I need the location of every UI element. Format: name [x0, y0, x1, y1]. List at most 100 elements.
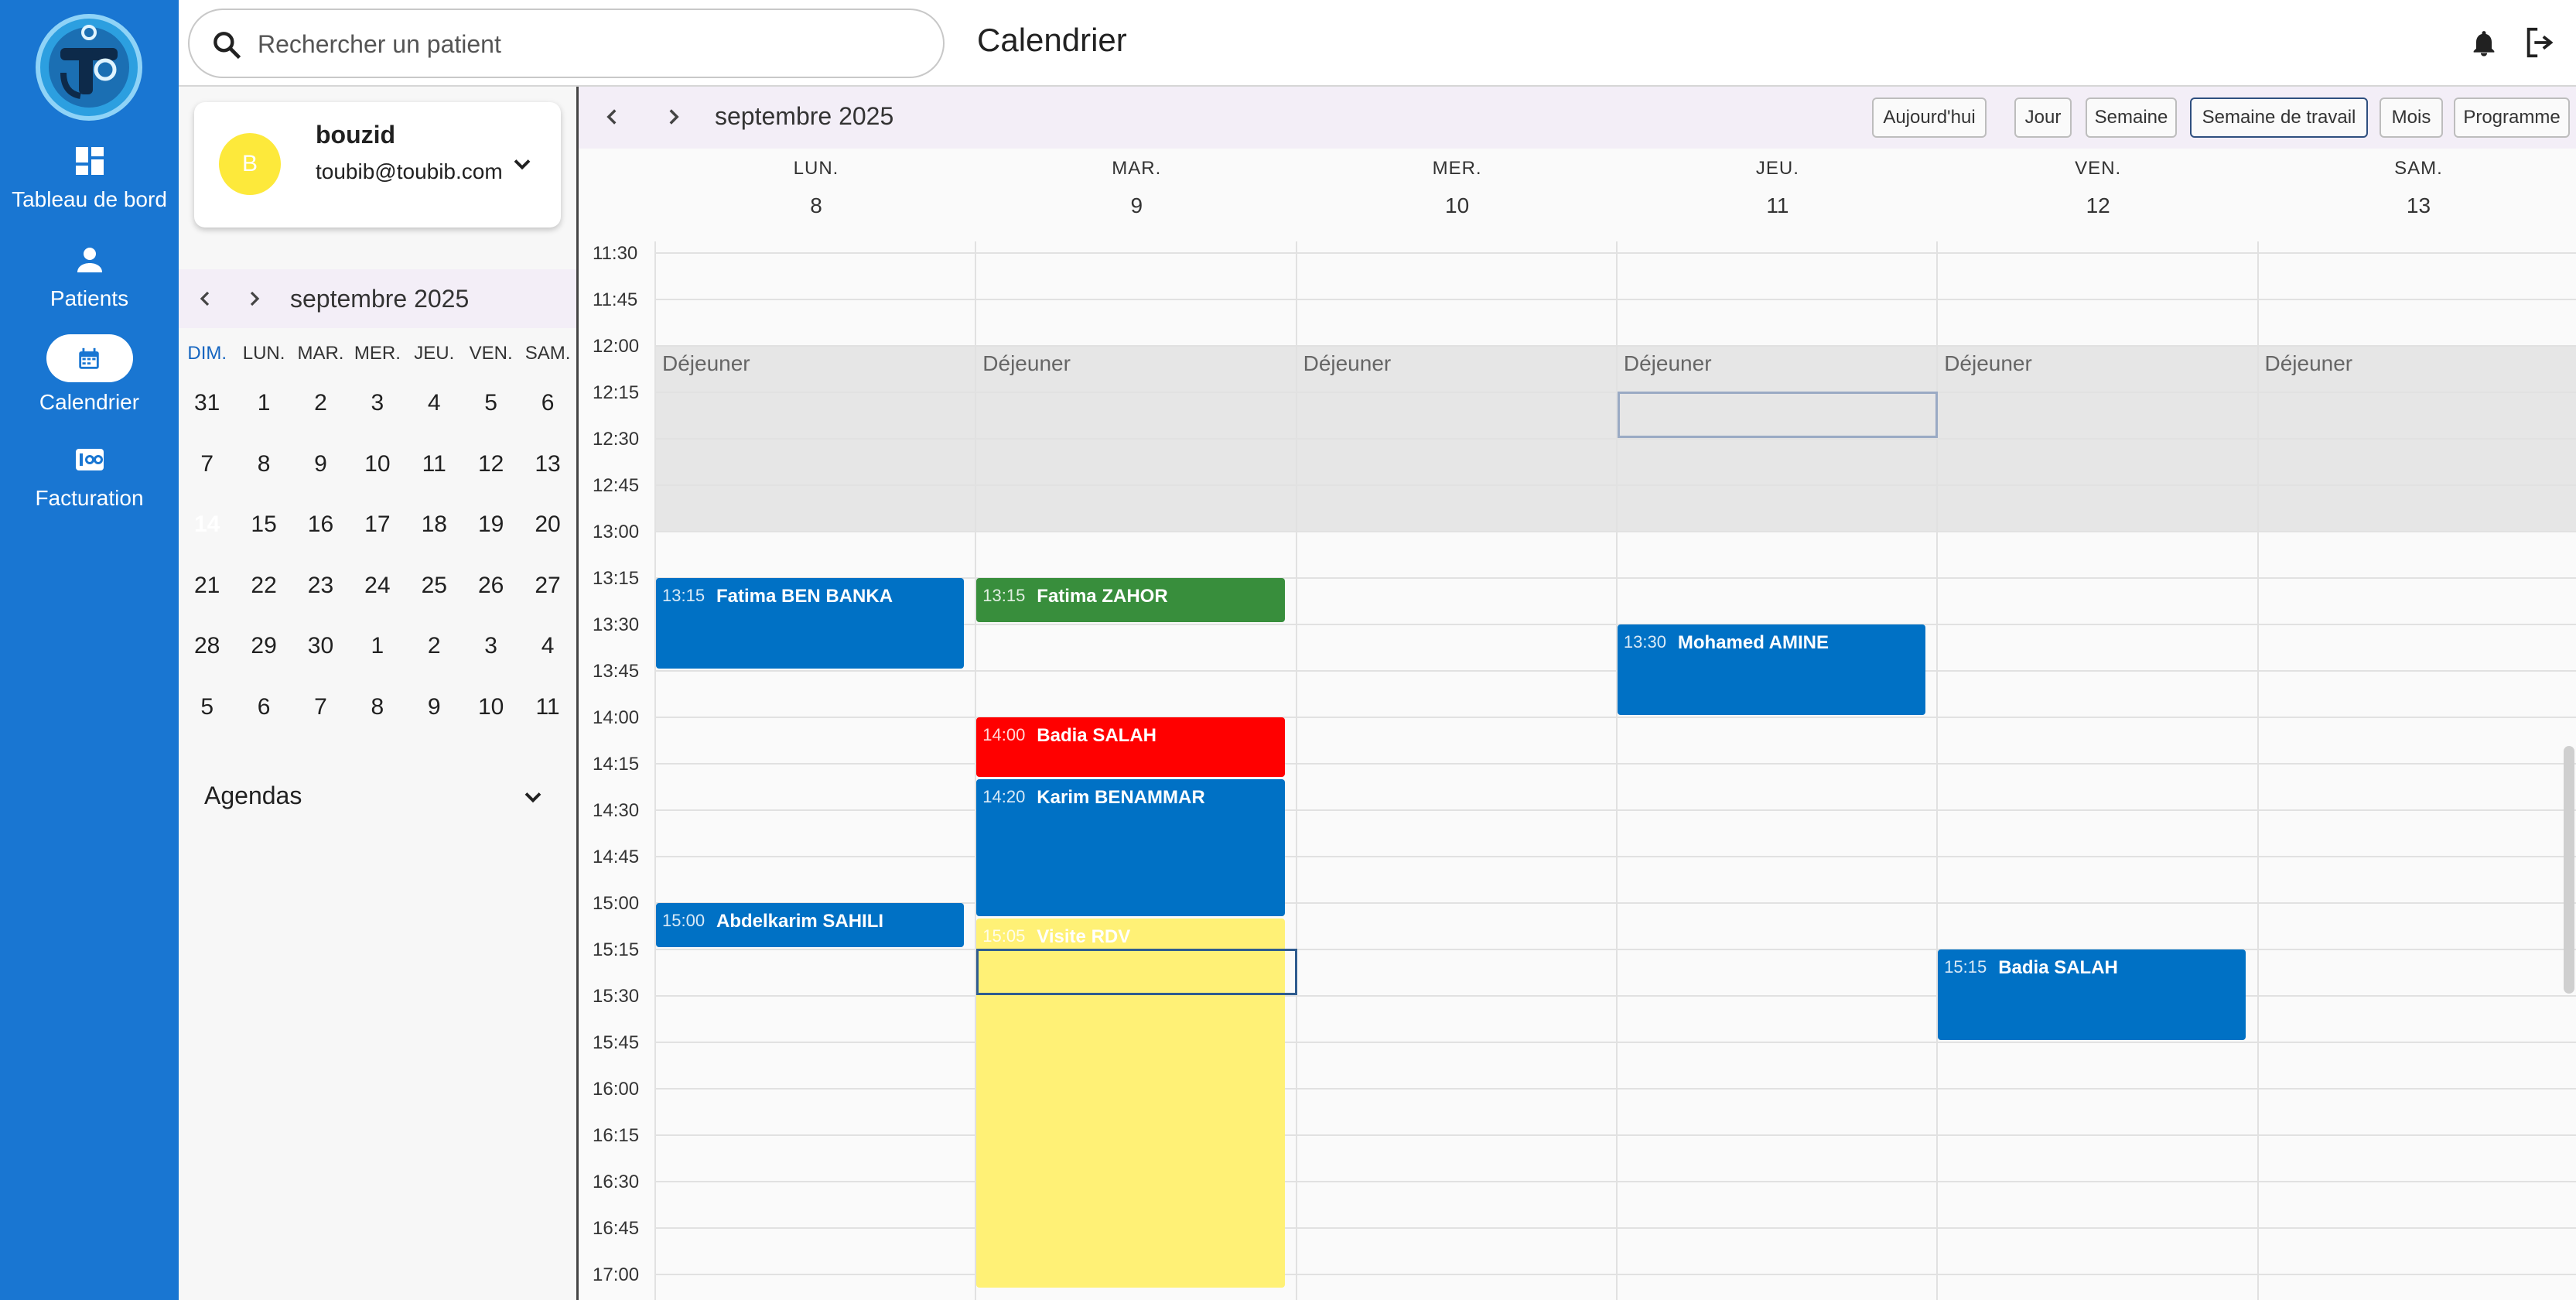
day-header: SAM. 13	[2259, 158, 2576, 218]
mini-calendar-day[interactable]: 16	[292, 511, 349, 538]
mini-calendar-day[interactable]: 27	[519, 573, 576, 599]
mini-calendar-day[interactable]: 11	[406, 451, 463, 477]
mini-calendar-day[interactable]: 26	[463, 573, 519, 599]
search-input[interactable]	[258, 24, 923, 64]
mini-calendar-week: 14 15 16 17 18 19 20	[179, 494, 576, 556]
mini-calendar-day[interactable]: 7	[292, 694, 349, 720]
nav-label: Calendrier	[39, 390, 140, 414]
appointment[interactable]: 13:30 Mohamed AMINE	[1617, 624, 1926, 715]
mini-calendar-day[interactable]: 17	[349, 511, 405, 538]
chevron-left-icon[interactable]	[193, 286, 217, 311]
patient-search[interactable]	[188, 9, 945, 78]
appointment[interactable]: 15:15 Badia SALAH	[1938, 949, 2246, 1040]
mini-calendar-day[interactable]: 9	[406, 694, 463, 720]
lunch-label: Déjeuner	[982, 351, 1071, 375]
mini-calendar-day[interactable]: 2	[292, 390, 349, 416]
mini-calendar-day[interactable]: 5	[179, 694, 235, 720]
time-label: 14:45	[593, 847, 640, 867]
nav-item-dashboard[interactable]: Tableau de bord	[0, 142, 179, 212]
mini-calendar-week: 28 29 30 1 2 3 4	[179, 616, 576, 677]
mini-calendar-day[interactable]: 30	[292, 633, 349, 659]
chevron-down-icon[interactable]	[508, 150, 536, 178]
mini-calendar-day[interactable]: 31	[179, 390, 235, 416]
mini-calendar-day[interactable]: 1	[235, 390, 292, 416]
agendas-label[interactable]: Agendas	[204, 782, 302, 810]
mini-calendar-day[interactable]: 24	[349, 573, 405, 599]
mini-calendar-day[interactable]: 22	[235, 573, 292, 599]
chevron-down-icon[interactable]	[519, 783, 547, 811]
time-label: 11:45	[593, 289, 638, 310]
day-header-weekday: MER.	[1432, 158, 1482, 179]
day-header-date[interactable]: 11	[1618, 193, 1938, 218]
month-view-button[interactable]: Mois	[2380, 98, 2443, 138]
nav-item-billing[interactable]: Facturation	[0, 441, 179, 511]
nav-item-calendar[interactable]: Calendrier	[0, 334, 179, 415]
mini-calendar-day[interactable]: 6	[519, 390, 576, 416]
chevron-left-icon[interactable]	[599, 104, 625, 130]
mini-calendar-day[interactable]: 25	[406, 573, 463, 599]
time-label: 17:00	[593, 1264, 640, 1285]
vertical-scrollbar[interactable]	[2564, 746, 2574, 994]
mini-calendar-day[interactable]: 4	[406, 390, 463, 416]
chevron-right-icon[interactable]	[661, 104, 687, 130]
bell-icon[interactable]	[2468, 26, 2499, 60]
day-view-button[interactable]: Jour	[2014, 98, 2072, 138]
mini-calendar-day[interactable]: 23	[292, 573, 349, 599]
appointment[interactable]: 13:15 Fatima ZAHOR	[976, 578, 1285, 622]
appointment[interactable]: 15:00 Abdelkarim SAHILI	[656, 903, 965, 947]
mini-calendar-day[interactable]: 11	[519, 694, 576, 720]
mini-calendar-day[interactable]: 21	[179, 573, 235, 599]
weekday-label: MER.	[354, 343, 401, 364]
workweek-view-button[interactable]: Semaine de travail	[2190, 98, 2368, 138]
mini-calendar-day[interactable]: 20	[519, 511, 576, 538]
appointment[interactable]: 14:20 Karim BENAMMAR	[976, 779, 1285, 916]
appointment[interactable]: 13:15 Fatima BEN BANKA	[656, 578, 965, 669]
appointment-patient: Mohamed AMINE	[1677, 632, 1830, 653]
mini-calendar-day[interactable]: 10	[463, 694, 519, 720]
mini-calendar-day[interactable]: 12	[463, 451, 519, 477]
time-grid[interactable]: 11:30 11:45 12:00 12:15 12:30 12:45 13:00 13:15…	[579, 241, 2576, 1300]
day-header-date[interactable]: 12	[1938, 193, 2258, 218]
mini-calendar-day[interactable]: 5	[463, 390, 519, 416]
day-header-weekday: MAR.	[1112, 158, 1162, 179]
appointment-time: 13:15	[662, 586, 705, 605]
day-header-date[interactable]: 10	[1297, 193, 1618, 218]
mini-calendar-day[interactable]: 1	[349, 633, 405, 659]
time-label: 14:00	[593, 707, 640, 728]
mini-calendar-day[interactable]: 8	[349, 694, 405, 720]
mini-calendar-day[interactable]: 8	[235, 451, 292, 477]
user-card[interactable]: B bouzid toubib@toubib.com	[194, 102, 561, 228]
mini-calendar-grid: DIM. LUN. MAR. MER. JEU. VEN. SAM. 31 1 2 3 4 5 6 7 8 9 1…	[179, 334, 576, 737]
weekday-label: VEN.	[469, 343, 513, 364]
mini-calendar-day[interactable]: 9	[292, 451, 349, 477]
day-header-date[interactable]: 8	[656, 193, 976, 218]
nav-active-indicator	[46, 334, 133, 382]
day-header-date[interactable]: 9	[976, 193, 1297, 218]
person-icon	[77, 248, 102, 272]
day-header-date[interactable]: 13	[2259, 193, 2576, 218]
mini-calendar-day[interactable]: 4	[519, 633, 576, 659]
mini-calendar-today[interactable]: 14	[179, 494, 237, 552]
mini-calendar-day[interactable]: 2	[406, 633, 463, 659]
chevron-right-icon[interactable]	[242, 286, 267, 311]
time-label: 16:15	[593, 1125, 640, 1146]
mini-calendar-day[interactable]: 13	[519, 451, 576, 477]
week-view-button[interactable]: Semaine	[2086, 98, 2177, 138]
logout-icon[interactable]	[2523, 25, 2558, 60]
calendar-toolbar: septembre 2025 Aujourd'hui Jour Semaine …	[579, 87, 2576, 149]
nav-item-patients[interactable]: Patients	[0, 241, 179, 311]
mini-calendar-day[interactable]: 7	[179, 451, 235, 477]
appointment[interactable]: 14:00 Badia SALAH	[976, 717, 1285, 777]
mini-calendar-day[interactable]: 6	[235, 694, 292, 720]
schedule-view-button[interactable]: Programme	[2454, 98, 2570, 138]
mini-calendar-day[interactable]: 18	[406, 511, 463, 538]
nav-label: Tableau de bord	[12, 187, 167, 211]
mini-calendar-day[interactable]: 3	[463, 633, 519, 659]
mini-calendar-day[interactable]: 3	[349, 390, 405, 416]
mini-calendar-day[interactable]: 28	[179, 633, 235, 659]
mini-calendar-day[interactable]: 29	[235, 633, 292, 659]
mini-calendar-day[interactable]: 15	[235, 511, 292, 538]
today-button[interactable]: Aujourd'hui	[1872, 98, 1987, 138]
mini-calendar-day[interactable]: 19	[463, 511, 519, 538]
mini-calendar-day[interactable]: 10	[349, 451, 405, 477]
